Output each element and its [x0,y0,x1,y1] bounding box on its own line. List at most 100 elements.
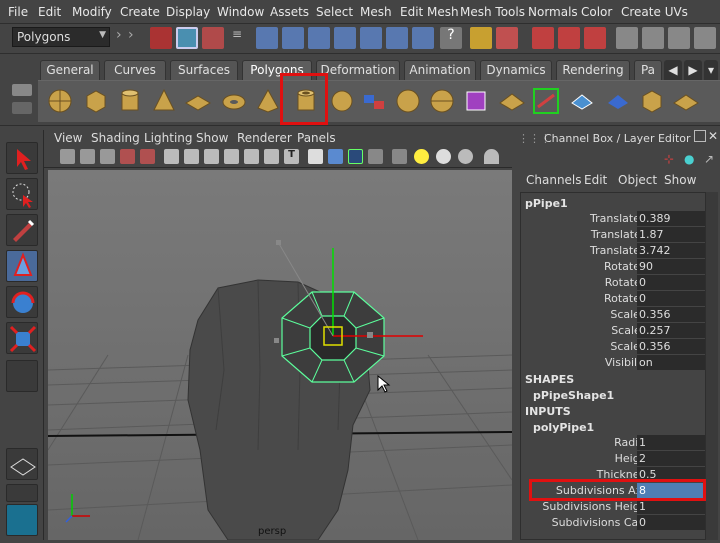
attr-row-subdivisions-caps[interactable]: Subdivisions Caps 0 [521,515,707,531]
scale-tool-icon[interactable] [6,322,38,354]
object-name[interactable]: pPipe1 [525,197,568,210]
combine-icon[interactable] [360,87,388,115]
menu-mesh[interactable]: Mesh [360,5,392,19]
attribute-editor-icon[interactable]: ● [684,152,694,166]
poly-torus-icon[interactable] [220,87,248,115]
menu-color[interactable]: Color [581,5,612,19]
attr-row-scale-z[interactable]: Scale Z 0.356 [521,339,707,355]
attr-row-scale-x[interactable]: Scale X 0.356 [521,307,707,323]
attr-row-scale-y[interactable]: Scale Y 0.257 [521,323,707,339]
menu-edit-mesh[interactable]: Edit Mesh [400,5,459,19]
bridge-icon[interactable] [672,87,700,115]
select-object-icon[interactable] [176,27,198,49]
layout-icon[interactable] [6,484,38,502]
poly-pyramid-icon[interactable] [254,87,282,115]
manip-handle[interactable] [274,338,279,343]
resolution-gate-icon[interactable] [204,149,219,164]
poly-helix-icon[interactable] [328,87,356,115]
paint-select-icon[interactable] [6,214,38,246]
close-icon[interactable]: ✕ [708,129,718,143]
menu-mesh-tools[interactable]: Mesh Tools [460,5,525,19]
grid-icon[interactable] [164,149,179,164]
attr-value[interactable]: 0.257 [637,323,705,338]
render-icon[interactable] [584,27,606,49]
render-settings-icon[interactable] [642,27,664,49]
menu-create-uvs[interactable]: Create UVs [621,5,688,19]
lasso-tool-icon[interactable] [6,178,38,210]
attr-value[interactable]: 1 [637,435,705,450]
menu-display[interactable]: Display [166,5,210,19]
attr-row-translate-z[interactable]: Translate Z 3.742 [521,243,707,259]
cb-menu-channels[interactable]: Channels [526,173,582,187]
attr-value[interactable]: 1 [637,499,705,514]
safe-title-icon[interactable]: T [284,149,299,164]
tab-pa[interactable]: Pa [634,60,662,80]
attr-value[interactable]: 3.742 [637,243,705,258]
panel-menu-lighting[interactable]: Lighting [144,131,193,145]
tab-rendering[interactable]: Rendering [556,60,630,80]
cb-menu-edit[interactable]: Edit [584,173,607,187]
poly-sphere-icon[interactable] [46,87,74,115]
tab-scroll-right-icon[interactable]: ▶ [684,60,702,80]
channel-box-scrollbar[interactable] [706,192,718,540]
attr-row-translate-y[interactable]: Translate Y 1.87 [521,227,707,243]
menu-modify[interactable]: Modify [72,5,112,19]
tab-deformation[interactable]: Deformation [316,60,400,80]
snap-view-icon[interactable] [386,27,408,49]
mirror-icon[interactable] [568,87,596,115]
menu-normals[interactable]: Normals [528,5,578,19]
camera-attributes-icon[interactable] [80,149,95,164]
tab-menu-icon[interactable]: ▾ [704,60,718,80]
light-icon[interactable] [414,149,429,164]
rotate-tool-icon[interactable] [6,286,38,318]
attr-value[interactable]: 0.389 [637,211,705,226]
last-tool-icon[interactable] [6,360,38,392]
ambient-occlusion-icon[interactable] [458,149,473,164]
lock-icon[interactable] [470,27,492,49]
tab-scroll-left-icon[interactable]: ◀ [664,60,682,80]
panel-menu-shading[interactable]: Shading [91,131,140,145]
select-hierarchy-icon[interactable] [150,27,172,49]
poly-plane-icon[interactable] [184,87,212,115]
camera-select-icon[interactable] [60,149,75,164]
menu-create[interactable]: Create [120,5,160,19]
panel-menu-renderer[interactable]: Renderer [237,131,292,145]
tab-animation[interactable]: Animation [404,60,476,80]
attr-row-translate-x[interactable]: Translate X 0.389 [521,211,707,227]
history-icon[interactable] [532,27,554,49]
attr-row-height[interactable]: Height 2 [521,451,707,467]
symmetry-icon[interactable] [496,27,518,49]
float-panel-icon[interactable] [694,130,706,142]
tool-settings-icon[interactable]: ↗ [704,152,714,166]
attr-value[interactable]: on [637,355,705,370]
menu-assets[interactable]: Assets [270,5,309,19]
snap-grid-icon[interactable] [256,27,278,49]
menu-select[interactable]: Select [316,5,353,19]
ipr-render-icon[interactable] [616,27,638,49]
extract-icon[interactable] [498,87,526,115]
poly-cylinder-icon[interactable] [116,87,144,115]
panel-menu-view[interactable]: View [54,131,82,145]
film-gate-icon[interactable] [184,149,199,164]
tab-surfaces[interactable]: Surfaces [170,60,238,80]
two-d-pan-icon[interactable] [140,149,155,164]
attr-value[interactable]: 90 [637,259,705,274]
textured-icon[interactable] [368,149,383,164]
poly-cube-icon[interactable] [82,87,110,115]
attr-value[interactable]: 0 [637,291,705,306]
attr-value[interactable]: 0 [637,515,705,530]
attr-value[interactable]: 0.356 [637,339,705,354]
bookmark-icon[interactable] [100,149,115,164]
help-icon[interactable]: ? [440,27,462,49]
shadow-icon[interactable] [436,149,451,164]
field-chart-icon[interactable] [244,149,259,164]
gate-mask-icon[interactable] [224,149,239,164]
attr-row-rotate-z[interactable]: Rotate Z0 [521,291,707,307]
menu-file[interactable]: File [8,5,28,19]
checker-icon[interactable] [392,149,407,164]
attr-value[interactable]: 0 [637,275,705,290]
attr-row-subdivisions-height[interactable]: Subdivisions Height 1 [521,499,707,515]
attr-value[interactable]: 1.87 [637,227,705,242]
move-tool-icon[interactable] [6,250,38,282]
separate-icon[interactable] [532,87,560,115]
